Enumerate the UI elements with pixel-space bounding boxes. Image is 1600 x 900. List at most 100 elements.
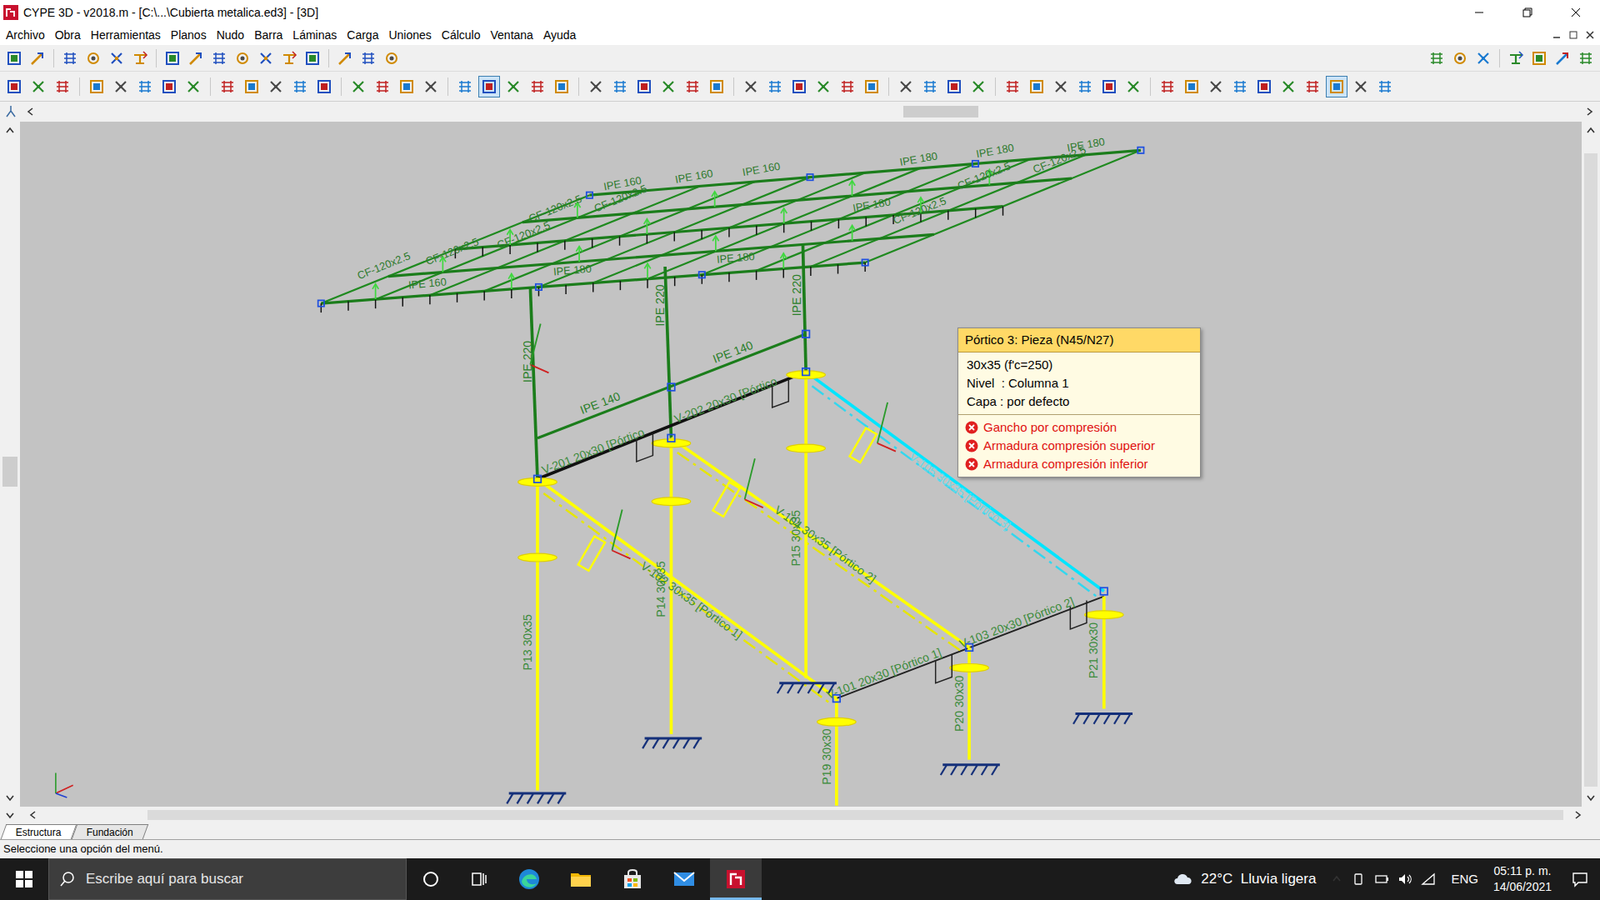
toolbar-button[interactable]	[1156, 75, 1179, 98]
scroll-left-button[interactable]	[25, 105, 37, 118]
toolbar-button[interactable]	[919, 75, 941, 98]
menu-item[interactable]: Uniones	[383, 26, 436, 45]
toolbar-button[interactable]	[1277, 75, 1300, 98]
toolbar-button[interactable]	[82, 47, 105, 70]
scroll-down-button[interactable]	[4, 791, 16, 804]
toolbar-button[interactable]	[158, 75, 180, 98]
minimize-button[interactable]	[1455, 0, 1504, 25]
toolbar-button[interactable]	[895, 75, 917, 98]
toolbar-button[interactable]	[740, 75, 762, 98]
scroll-thumb[interactable]	[147, 810, 1564, 820]
toolbar-button[interactable]	[478, 75, 500, 98]
node-icon[interactable]	[667, 383, 675, 391]
menu-item[interactable]: Ayuda	[538, 26, 581, 45]
menu-item[interactable]: Carga	[341, 26, 384, 45]
toolbar-button[interactable]	[1205, 75, 1227, 98]
toolbar-button[interactable]	[1472, 47, 1495, 70]
toolbar-button[interactable]	[550, 75, 573, 98]
toolbar-button[interactable]	[812, 75, 835, 98]
task-view-button[interactable]	[455, 858, 504, 900]
toolbar-button[interactable]	[1122, 75, 1145, 98]
node-icon[interactable]	[699, 271, 705, 278]
toolbar-button[interactable]	[1229, 75, 1251, 98]
node-icon[interactable]	[586, 192, 593, 199]
node-icon[interactable]	[802, 330, 810, 339]
toolbar-button[interactable]	[110, 75, 132, 98]
tab[interactable]: Fundación	[70, 824, 149, 840]
network-icon[interactable]	[1420, 871, 1436, 887]
taskbar-app[interactable]	[658, 858, 710, 900]
toolbar-button[interactable]	[85, 75, 108, 98]
scroll-right-button[interactable]	[1571, 809, 1584, 821]
tray-expand-button[interactable]	[1330, 873, 1343, 885]
toolbar-button[interactable]	[105, 47, 128, 70]
toolbar-button[interactable]	[1575, 47, 1597, 70]
menu-item[interactable]: Archivo	[0, 26, 50, 45]
toolbar-button[interactable]	[289, 75, 311, 98]
menu-item[interactable]: Barra	[249, 26, 288, 45]
toolbar-button[interactable]	[657, 75, 680, 98]
toolbar-button[interactable]	[1325, 75, 1348, 98]
toolbar-button[interactable]	[609, 75, 631, 98]
scroll-thumb[interactable]	[2, 456, 18, 487]
scroll-left-button[interactable]	[27, 809, 40, 821]
mdi-restore-button[interactable]	[1566, 29, 1580, 41]
toolbar-button[interactable]	[860, 75, 883, 98]
scroll-down-button[interactable]	[1585, 791, 1597, 804]
toolbar-button[interactable]	[380, 47, 403, 70]
steel-brace[interactable]	[537, 334, 806, 439]
purlin[interactable]	[647, 168, 920, 280]
language-indicator[interactable]: ENG	[1444, 870, 1485, 890]
toolbar-button[interactable]	[454, 75, 476, 98]
battery-icon[interactable]	[1374, 871, 1390, 887]
toolbar-button[interactable]	[26, 47, 49, 70]
weather[interactable]: 22°C Lluvia ligera	[1165, 868, 1323, 890]
toolbar-button[interactable]	[1025, 75, 1048, 98]
mdi-minimize-button[interactable]	[1550, 29, 1564, 41]
toolbar-button[interactable]	[208, 47, 230, 70]
scroll-thumb[interactable]	[1584, 153, 1598, 787]
roof-beam[interactable]	[388, 234, 935, 276]
restore-button[interactable]	[1503, 0, 1552, 25]
node-icon[interactable]	[972, 160, 979, 167]
toolbar-button[interactable]	[764, 75, 786, 98]
toolbar-button[interactable]	[705, 75, 728, 98]
toolbar-button[interactable]	[301, 47, 324, 70]
toolbar-button[interactable]	[1425, 47, 1448, 70]
axis-view-icon[interactable]	[3, 104, 19, 120]
toolbar-button[interactable]	[1074, 75, 1096, 98]
toolbar-button[interactable]	[357, 47, 380, 70]
cortana-button[interactable]	[406, 858, 455, 900]
taskbar-app[interactable]	[606, 858, 659, 900]
menu-item[interactable]: Ventana	[485, 26, 539, 45]
toolbar-button[interactable]	[278, 47, 300, 70]
close-button[interactable]	[1551, 0, 1600, 25]
toolbar-button[interactable]	[27, 75, 50, 98]
tab[interactable]: Estructura	[0, 824, 77, 840]
toolbar-button[interactable]	[231, 47, 254, 70]
scroll-thumb[interactable]	[903, 105, 979, 118]
node-icon[interactable]	[806, 174, 813, 180]
toolbar-button[interactable]	[129, 47, 151, 70]
node-icon[interactable]	[535, 284, 542, 290]
concrete-beam[interactable]	[537, 479, 837, 699]
toolbar-button[interactable]	[216, 75, 239, 98]
toolbar-button[interactable]	[836, 75, 859, 98]
toolbar-button[interactable]	[3, 75, 25, 98]
toolbar-button[interactable]	[585, 75, 607, 98]
node-icon[interactable]	[1137, 147, 1144, 154]
usb-icon[interactable]	[1350, 871, 1366, 887]
toolbar-button[interactable]	[185, 47, 207, 70]
toolbar-button[interactable]	[313, 75, 335, 98]
toolbar-button[interactable]	[943, 75, 965, 98]
toolbar-button[interactable]	[420, 75, 442, 98]
toolbar-button[interactable]	[334, 47, 356, 70]
toolbar-button[interactable]	[681, 75, 704, 98]
steel-column[interactable]	[530, 288, 538, 480]
scroll-right-button[interactable]	[1583, 105, 1595, 118]
toolbar-button[interactable]	[1505, 47, 1527, 70]
purlin[interactable]	[865, 150, 1141, 263]
menu-item[interactable]: Herramientas	[85, 26, 166, 45]
toolbar-button[interactable]	[3, 47, 25, 70]
toolbar-button[interactable]	[1528, 47, 1550, 70]
